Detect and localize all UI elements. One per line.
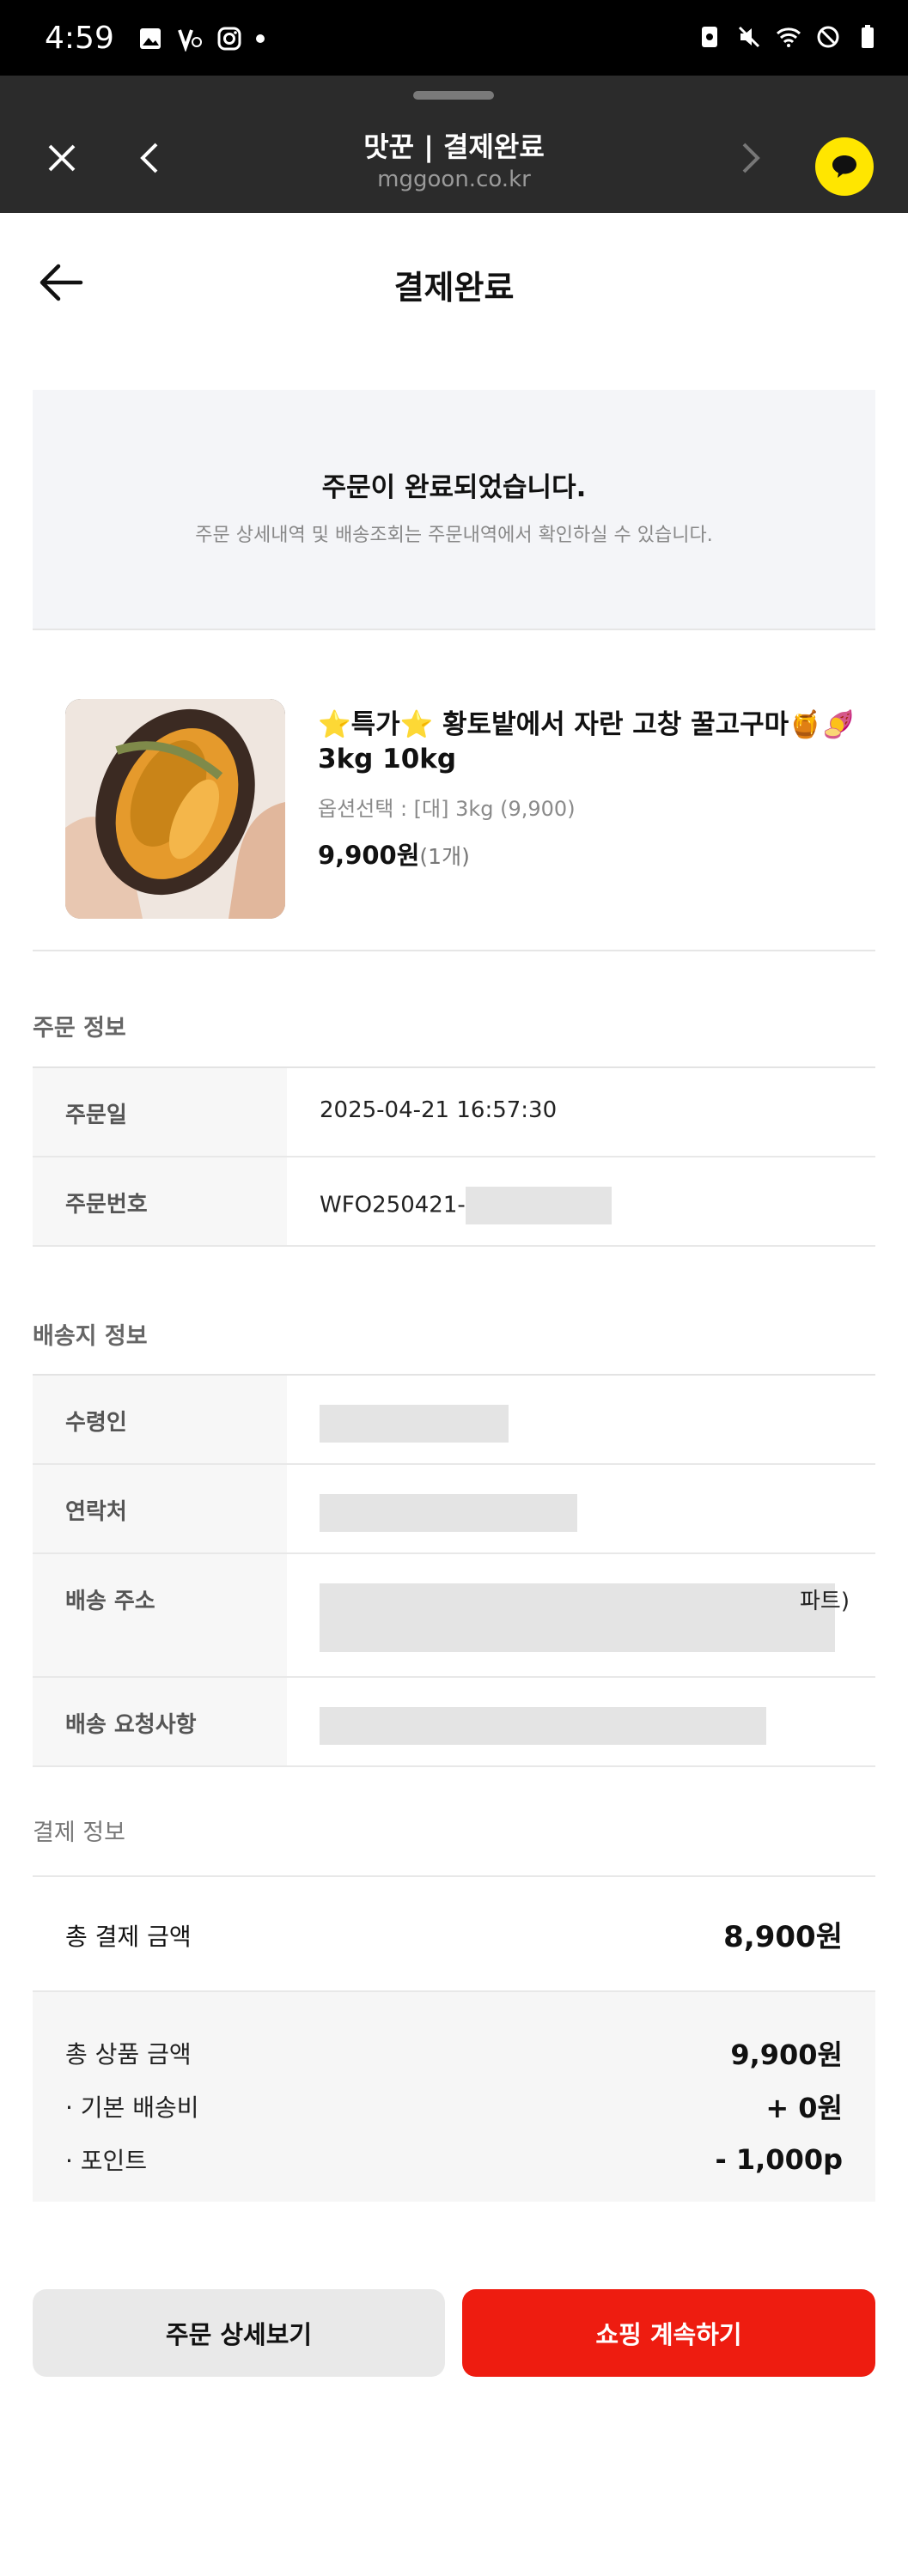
- chat-bubble-icon: [832, 155, 856, 178]
- product-image: [65, 699, 285, 919]
- line-value: - 1,000p: [715, 2143, 843, 2176]
- browser-url: mggoon.co.kr: [377, 167, 531, 192]
- product-option: 옵션선택 : [대] 3kg (9,900): [318, 797, 576, 821]
- page-title: 결제완료: [393, 269, 515, 307]
- nfc-icon: [702, 27, 717, 47]
- status-right-icons: [697, 24, 881, 50]
- line-value: + 0원: [765, 2092, 843, 2124]
- complete-subtext: 주문 상세내역 및 배송조회는 주문내역에서 확인하실 수 있습니다.: [195, 525, 713, 546]
- delivery-request-key: 배송 요청사항: [33, 1678, 287, 1765]
- instagram-icon: [217, 27, 241, 51]
- product-name[interactable]: ⭐특가⭐ 황토밭에서 자란 고창 꿀고구마🍯🍠 3kg 10kg: [318, 708, 868, 776]
- address-row: 배송 주소 파트): [33, 1554, 875, 1678]
- contact-row: 연락처: [33, 1465, 875, 1554]
- shipping-info-label: 배송지 정보: [33, 1323, 148, 1350]
- product-price: 9,900원: [318, 841, 420, 870]
- order-detail-button[interactable]: 주문 상세보기: [33, 2289, 445, 2377]
- dnd-icon: [817, 26, 839, 48]
- order-date-key: 주문일: [33, 1068, 287, 1156]
- continue-shopping-button[interactable]: 쇼핑 계속하기: [462, 2289, 875, 2377]
- product-amount-line: 총 상품 금액 9,900원: [65, 2026, 843, 2080]
- payment-breakdown: 총 상품 금액 9,900원 · 기본 배송비 + 0원 · 포인트 - 1,0…: [33, 1992, 875, 2202]
- payment-total-row: 총 결제 금액 8,900원: [33, 1875, 875, 1992]
- complete-heading: 주문이 완료되었습니다.: [321, 472, 587, 503]
- total-value: 8,900원: [723, 1920, 843, 1954]
- redacted-block: [320, 1494, 577, 1532]
- redacted-block: [320, 1583, 835, 1652]
- line-label: · 포인트: [65, 2147, 148, 2175]
- order-date-row: 주문일 2025-04-21 16:57:30: [33, 1068, 875, 1157]
- redacted-block: [465, 1187, 612, 1224]
- in-app-browser-bar: 맛꾼 | 결제완료 mggoon.co.kr: [0, 76, 908, 213]
- battery-icon: [862, 25, 874, 48]
- wifi-icon: [776, 27, 801, 47]
- gallery-icon: [140, 28, 161, 49]
- payment-info-label: 결제 정보: [33, 1820, 125, 1846]
- product-qty: (1개): [419, 844, 470, 869]
- notification-dot: [256, 34, 265, 43]
- mute-icon: [738, 26, 760, 48]
- line-label: 총 상품 금액: [65, 2040, 192, 2069]
- address-suffix: 파트): [800, 1589, 850, 1614]
- delivery-request-value: [287, 1678, 875, 1765]
- recipient-row: 수령인: [33, 1376, 875, 1465]
- delivery-request-row: 배송 요청사항: [33, 1678, 875, 1767]
- points-line: · 포인트 - 1,000p: [65, 2133, 843, 2186]
- order-complete-notice: 주문이 완료되었습니다. 주문 상세내역 및 배송조회는 주문내역에서 확인하실…: [33, 390, 875, 630]
- order-info-table: 주문일 2025-04-21 16:57:30 주문번호 WFO250421-: [33, 1066, 875, 1247]
- drag-handle[interactable]: [413, 91, 494, 100]
- order-number-key: 주문번호: [33, 1157, 287, 1245]
- redacted-block: [320, 1405, 509, 1443]
- chat-button[interactable]: [815, 137, 874, 196]
- recipient-value: [287, 1376, 875, 1463]
- redacted-block: [320, 1707, 766, 1745]
- shipping-info-table: 수령인 연락처 배송 주소 파트) 배송 요청사항: [33, 1374, 875, 1767]
- status-left-icons: [137, 26, 265, 52]
- order-info-label: 주문 정보: [33, 1015, 126, 1042]
- contact-value: [287, 1465, 875, 1552]
- order-date-value: 2025-04-21 16:57:30: [320, 1097, 558, 1123]
- address-key: 배송 주소: [33, 1554, 287, 1676]
- status-bar: 4:59: [0, 0, 908, 76]
- total-label: 총 결제 금액: [65, 1923, 192, 1951]
- order-number-row: 주문번호 WFO250421-: [33, 1157, 875, 1247]
- sweet-potato-image: [65, 699, 285, 919]
- address-value: 파트): [287, 1554, 875, 1676]
- shipping-fee-line: · 기본 배송비 + 0원: [65, 2080, 843, 2133]
- order-number-cell: WFO250421-: [287, 1157, 875, 1245]
- line-label: · 기본 배송비: [65, 2093, 199, 2122]
- browser-forward-icon[interactable]: [728, 137, 770, 179]
- page-header: 결제완료: [0, 213, 908, 350]
- order-number-value: WFO250421-: [320, 1192, 466, 1218]
- product-price-line: 9,900원(1개): [318, 835, 868, 872]
- status-time: 4:59: [45, 21, 114, 56]
- line-value: 9,900원: [730, 2038, 843, 2071]
- recipient-key: 수령인: [33, 1376, 287, 1463]
- contact-key: 연락처: [33, 1465, 287, 1552]
- browser-title: 맛꾼 | 결제완료: [363, 131, 545, 163]
- product-info: ⭐특가⭐ 황토밭에서 자란 고창 꿀고구마🍯🍠 3kg 10kg 옵션선택 : …: [318, 708, 868, 872]
- v-app-icon: [178, 29, 202, 52]
- ordered-product: ⭐특가⭐ 황토밭에서 자란 고창 꿀고구마🍯🍠 3kg 10kg 옵션선택 : …: [33, 630, 875, 951]
